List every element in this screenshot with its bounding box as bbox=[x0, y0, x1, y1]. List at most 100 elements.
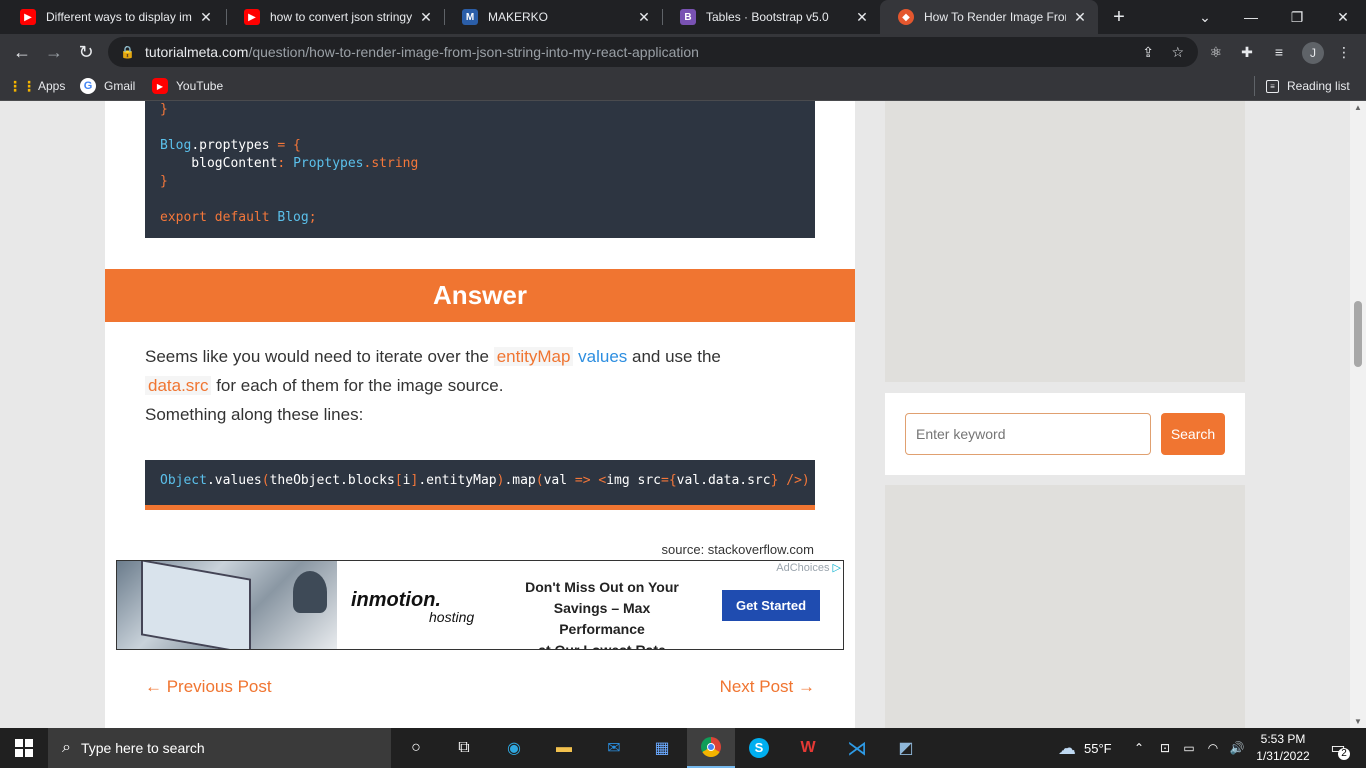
clock-time: 5:53 PM bbox=[1260, 732, 1306, 746]
google-icon: G bbox=[80, 78, 96, 94]
restore-button[interactable]: ❐ bbox=[1274, 0, 1320, 34]
windows-start-icon[interactable] bbox=[0, 728, 48, 768]
sidebar-search-button[interactable]: Search bbox=[1161, 413, 1225, 455]
reading-list-button[interactable]: ≡ Reading list bbox=[1266, 76, 1350, 96]
scroll-up-icon[interactable]: ▲ bbox=[1354, 103, 1362, 112]
media-control-icon[interactable]: ≡ bbox=[1269, 42, 1289, 62]
weather-widget[interactable]: ☁ 55°F bbox=[1058, 728, 1112, 768]
task-view-icon[interactable]: ⧉ bbox=[440, 728, 488, 768]
url-host: tutorialmeta.com bbox=[144, 44, 249, 60]
taskbar-search-box[interactable]: ⌕ Type here to search bbox=[48, 728, 391, 768]
close-icon[interactable]: ✕ bbox=[1072, 9, 1088, 26]
ad-brand: inmotion. bbox=[351, 589, 441, 611]
answer-heading: Answer bbox=[105, 269, 855, 322]
tab-title: Tables · Bootstrap v5.0 bbox=[706, 10, 829, 24]
ad-copy: Don't Miss Out on Your Savings – Max Per… bbox=[517, 577, 687, 649]
code-token: } bbox=[160, 174, 168, 189]
notification-center-icon[interactable]: ▭ 2 bbox=[1318, 728, 1358, 768]
close-icon[interactable]: ✕ bbox=[854, 9, 870, 26]
store-icon[interactable]: ▦ bbox=[638, 728, 686, 768]
code-token: Proptypes bbox=[293, 156, 364, 171]
sidebar-search-input[interactable] bbox=[905, 413, 1151, 455]
code-line: Blog.proptypes = { bbox=[160, 137, 800, 155]
bookmark-apps[interactable]: ⋮⋮ Apps bbox=[8, 76, 65, 96]
bookmark-youtube[interactable]: ▶ YouTube bbox=[152, 76, 223, 96]
new-tab-button[interactable]: + bbox=[1096, 0, 1142, 34]
weather-temp: 55°F bbox=[1084, 740, 1112, 756]
minimize-button[interactable]: — bbox=[1228, 0, 1274, 34]
tab-convert-json[interactable]: ▶ how to convert json stringy t ✕ bbox=[226, 0, 444, 34]
tab-title: Different ways to display ima bbox=[46, 10, 192, 24]
code-token: .entityMap bbox=[418, 473, 497, 488]
ad-line: Don't Miss Out on Your bbox=[525, 579, 679, 595]
wifi-icon[interactable]: ◠ bbox=[1202, 728, 1224, 768]
code-token: theObject bbox=[269, 473, 341, 488]
meet-now-icon[interactable]: ⊡ bbox=[1154, 728, 1176, 768]
sidebar-search-widget: Search bbox=[885, 393, 1245, 475]
code-inline-datasrc: data.src bbox=[145, 376, 212, 395]
cortana-icon[interactable]: ○ bbox=[392, 728, 440, 768]
scrollbar-thumb[interactable] bbox=[1354, 301, 1362, 367]
clock[interactable]: 5:53 PM 1/31/2022 bbox=[1252, 731, 1314, 765]
volume-icon[interactable]: 🔊 bbox=[1226, 728, 1248, 768]
code-token: : bbox=[277, 156, 294, 171]
profile-avatar[interactable]: J bbox=[1302, 42, 1324, 64]
tab-makerko[interactable]: M MAKERKO ✕ bbox=[444, 0, 662, 34]
code-line: Object.values(theObject.blocks[i].entity… bbox=[160, 473, 810, 488]
bootstrap-icon: B bbox=[680, 9, 696, 25]
address-bar[interactable]: 🔒 tutorialmeta.com /question/how-to-rend… bbox=[108, 37, 1198, 67]
mail-icon[interactable]: ✉ bbox=[590, 728, 638, 768]
menu-icon[interactable]: ⋮ bbox=[1334, 42, 1354, 62]
ad-brand-sub: hosting bbox=[429, 609, 475, 625]
mysql-workbench-icon[interactable]: ◩ bbox=[882, 728, 930, 768]
tab-search-icon[interactable]: ⌄ bbox=[1182, 0, 1228, 34]
close-icon[interactable]: ✕ bbox=[198, 9, 214, 26]
reload-button[interactable]: ↻ bbox=[72, 38, 100, 66]
chevron-up-icon[interactable]: ⌃ bbox=[1128, 728, 1150, 768]
close-icon[interactable]: ✕ bbox=[418, 9, 434, 26]
forward-button[interactable]: → bbox=[40, 38, 68, 66]
code-token: i bbox=[402, 473, 411, 488]
code-token: [ bbox=[394, 473, 403, 488]
previous-post-link[interactable]: ← Previous Post bbox=[145, 677, 272, 697]
extensions-icon[interactable]: ✚ bbox=[1237, 42, 1257, 62]
react-devtools-icon[interactable]: ⚛ bbox=[1206, 42, 1226, 62]
article-main: } Blog.proptypes = { blogContent: Proptyp… bbox=[105, 101, 855, 728]
file-explorer-icon[interactable]: ▬ bbox=[540, 728, 588, 768]
apps-grid-icon: ⋮⋮ bbox=[8, 77, 36, 94]
back-button[interactable]: ← bbox=[8, 38, 36, 66]
bookmark-gmail[interactable]: G Gmail bbox=[80, 76, 135, 96]
bookmark-star-icon[interactable]: ☆ bbox=[1171, 44, 1184, 61]
answer-text: for each of them for the image source. bbox=[211, 376, 504, 395]
close-window-button[interactable]: ✕ bbox=[1320, 0, 1366, 34]
tab-title: MAKERKO bbox=[488, 10, 549, 24]
adchoices-label[interactable]: AdChoices ▷ bbox=[776, 561, 841, 574]
ad-banner[interactable]: AdChoices ▷ inmotion. hosting Don't Miss… bbox=[116, 560, 844, 650]
tutorialmeta-icon: ◆ bbox=[898, 9, 914, 25]
notification-count: 2 bbox=[1338, 748, 1350, 760]
skype-icon[interactable]: S bbox=[735, 728, 783, 768]
tab-different-ways[interactable]: ▶ Different ways to display ima ✕ bbox=[2, 0, 224, 34]
clock-date: 1/31/2022 bbox=[1256, 749, 1310, 763]
tab-title: how to convert json stringy t bbox=[270, 10, 412, 24]
url-path: /question/how-to-render-image-from-json-… bbox=[248, 44, 699, 60]
scroll-down-icon[interactable]: ▼ bbox=[1354, 717, 1362, 726]
tab-render-image[interactable]: ◆ How To Render Image From ✕ bbox=[880, 0, 1098, 34]
vscode-icon[interactable]: ⋊ bbox=[833, 728, 881, 768]
page-scrollbar[interactable]: ▲ ▼ bbox=[1350, 101, 1366, 728]
wps-office-icon[interactable]: W bbox=[784, 728, 832, 768]
chrome-icon[interactable] bbox=[687, 728, 735, 768]
browser-toolbar: ← → ↻ 🔒 tutorialmeta.com /question/how-t… bbox=[0, 34, 1366, 70]
ad-get-started-button[interactable]: Get Started bbox=[722, 590, 820, 621]
share-icon[interactable]: ⇪ bbox=[1142, 44, 1154, 61]
makerko-icon: M bbox=[462, 9, 478, 25]
close-icon[interactable]: ✕ bbox=[636, 9, 652, 26]
battery-icon[interactable]: ▭ bbox=[1178, 728, 1200, 768]
reading-list-icon: ≡ bbox=[1266, 79, 1279, 93]
edge-icon[interactable]: ◉ bbox=[490, 728, 538, 768]
tab-bootstrap-tables[interactable]: B Tables · Bootstrap v5.0 ✕ bbox=[662, 0, 880, 34]
code-token: } />) bbox=[770, 473, 810, 488]
answer-text-values: values bbox=[573, 347, 628, 366]
next-post-link[interactable]: Next Post → bbox=[720, 677, 815, 697]
